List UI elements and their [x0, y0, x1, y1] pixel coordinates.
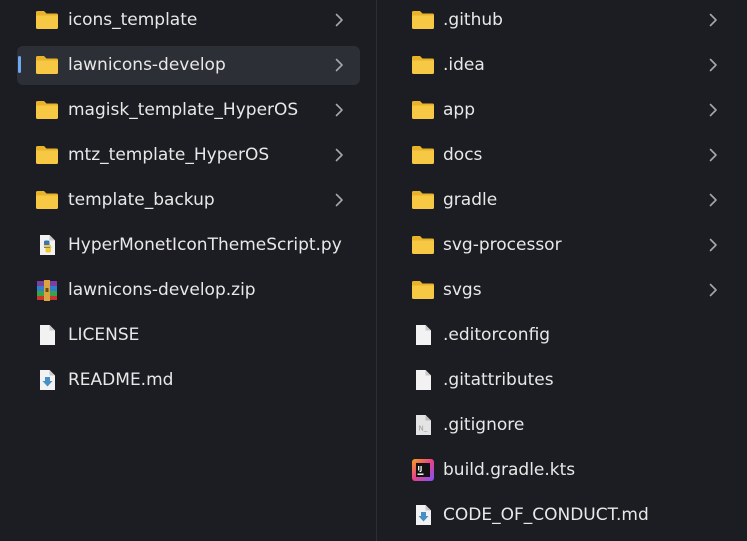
chevron-right-icon[interactable]	[705, 147, 721, 163]
folder-row[interactable]: svg-processor	[377, 223, 747, 268]
column-lawnicons-develop: .github .idea app docs gradle svg-proces…	[377, 0, 747, 541]
item-name: .gitignore	[443, 415, 525, 435]
item-name: LICENSE	[68, 325, 140, 345]
svg-text:N_: N_	[419, 425, 428, 433]
folder-icon	[34, 187, 60, 213]
folder-icon	[410, 142, 436, 168]
file-row[interactable]: IJ build.gradle.kts	[377, 448, 747, 493]
folder-row[interactable]: svgs	[377, 268, 747, 313]
markdown-file-icon	[410, 502, 436, 528]
folder-row[interactable]: lawnicons-develop	[0, 43, 376, 88]
folder-icon	[410, 277, 436, 303]
kotlin-file-icon: IJ	[410, 457, 436, 483]
chevron-right-icon[interactable]	[331, 12, 347, 28]
item-name: HyperMonetIconThemeScript.py	[68, 235, 342, 255]
file-row[interactable]: HyperMonetIconThemeScript.py	[0, 223, 376, 268]
chevron-right-icon[interactable]	[705, 12, 721, 28]
folder-icon	[34, 142, 60, 168]
item-name: docs	[443, 145, 483, 165]
chevron-right-icon[interactable]	[331, 102, 347, 118]
file-icon	[410, 322, 436, 348]
folder-icon	[34, 7, 60, 33]
item-name: .editorconfig	[443, 325, 551, 345]
folder-row[interactable]: mtz_template_HyperOS	[0, 133, 376, 178]
chevron-right-icon[interactable]	[705, 102, 721, 118]
folder-row[interactable]: docs	[377, 133, 747, 178]
folder-row[interactable]: .idea	[377, 43, 747, 88]
file-row[interactable]: CODE_OF_CONDUCT.md	[377, 493, 747, 538]
chevron-right-icon[interactable]	[705, 237, 721, 253]
file-row[interactable]: .editorconfig	[377, 313, 747, 358]
item-name: build.gradle.kts	[443, 460, 576, 480]
chevron-right-icon[interactable]	[705, 282, 721, 298]
folder-row[interactable]: icons_template	[0, 0, 376, 43]
item-name: CODE_OF_CONDUCT.md	[443, 505, 649, 525]
item-name: template_backup	[68, 190, 215, 210]
file-list: icons_template lawnicons-develop magisk_…	[0, 0, 376, 403]
file-row[interactable]: README.md	[0, 358, 376, 403]
folder-row[interactable]: template_backup	[0, 178, 376, 223]
item-name: mtz_template_HyperOS	[68, 145, 270, 165]
zip-archive-icon	[34, 277, 60, 303]
folder-icon	[410, 97, 436, 123]
svg-text:IJ: IJ	[418, 465, 423, 473]
item-name: README.md	[68, 370, 174, 390]
item-name: svgs	[443, 280, 482, 300]
item-name: .github	[443, 10, 503, 30]
folder-icon	[34, 97, 60, 123]
selection-indicator	[18, 56, 21, 73]
file-browser: icons_template lawnicons-develop magisk_…	[0, 0, 747, 541]
folder-row[interactable]: gradle	[377, 178, 747, 223]
chevron-right-icon[interactable]	[705, 192, 721, 208]
text-file-icon: N_	[410, 412, 436, 438]
folder-icon	[410, 52, 436, 78]
file-icon	[34, 322, 60, 348]
file-row[interactable]: N_ .gitignore	[377, 403, 747, 448]
file-row[interactable]: .gitattributes	[377, 358, 747, 403]
file-list: .github .idea app docs gradle svg-proces…	[377, 0, 747, 538]
item-name: lawnicons-develop	[68, 55, 226, 75]
folder-icon	[34, 52, 60, 78]
file-icon	[410, 367, 436, 393]
markdown-file-icon	[34, 367, 60, 393]
python-file-icon	[34, 232, 60, 258]
chevron-right-icon[interactable]	[705, 57, 721, 73]
item-name: svg-processor	[443, 235, 562, 255]
folder-row[interactable]: app	[377, 88, 747, 133]
item-name: lawnicons-develop.zip	[68, 280, 256, 300]
item-name: gradle	[443, 190, 498, 210]
folder-icon	[410, 232, 436, 258]
file-row[interactable]: LICENSE	[0, 313, 376, 358]
folder-row[interactable]: .github	[377, 0, 747, 43]
folder-row[interactable]: magisk_template_HyperOS	[0, 88, 376, 133]
item-name: .gitattributes	[443, 370, 554, 390]
folder-icon	[410, 187, 436, 213]
column-parent-directory: icons_template lawnicons-develop magisk_…	[0, 0, 376, 541]
item-name: icons_template	[68, 10, 198, 30]
chevron-right-icon[interactable]	[331, 57, 347, 73]
folder-icon	[410, 7, 436, 33]
chevron-right-icon[interactable]	[331, 147, 347, 163]
item-name: .idea	[443, 55, 485, 75]
file-row[interactable]: lawnicons-develop.zip	[0, 268, 376, 313]
item-name: magisk_template_HyperOS	[68, 100, 299, 120]
item-name: app	[443, 100, 475, 120]
chevron-right-icon[interactable]	[331, 192, 347, 208]
